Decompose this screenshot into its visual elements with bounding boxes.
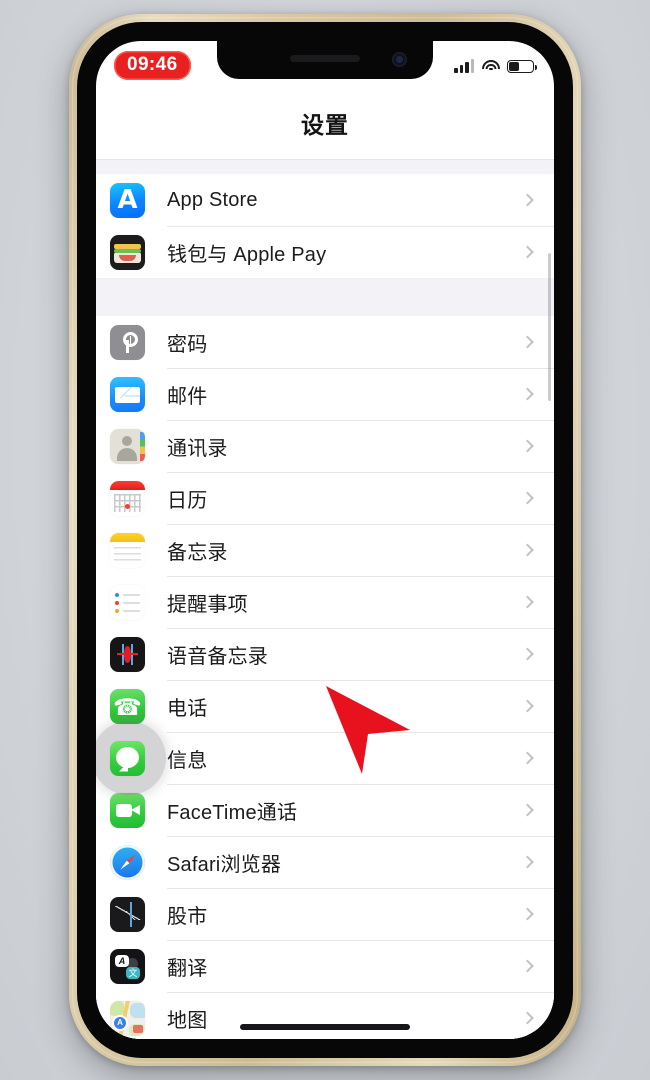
earpiece-speaker-icon — [290, 55, 360, 62]
settings-row-label: 密码 — [167, 333, 208, 356]
volume-up-button[interactable] — [133, 300, 140, 356]
mail-icon — [110, 376, 145, 412]
settings-row-label: 通讯录 — [167, 437, 228, 460]
facetime-icon — [110, 792, 145, 828]
chevron-right-icon — [521, 751, 534, 765]
reminders-icon — [110, 584, 145, 620]
settings-row-label: App Store — [167, 188, 258, 211]
chevron-right-icon — [521, 595, 534, 609]
chevron-right-icon — [521, 699, 534, 713]
battery-icon — [507, 60, 537, 73]
stocks-icon — [110, 896, 145, 932]
chevron-right-icon — [521, 959, 534, 973]
wifi-icon — [481, 59, 500, 73]
iphone-device: 09:46 设置 App Sto — [69, 14, 581, 1066]
settings-row-wallet-apple-pay[interactable]: 钱包与 Apple Pay — [96, 226, 554, 278]
settings-row-voice-memos[interactable]: 语音备忘录 — [96, 628, 554, 680]
mute-switch[interactable] — [133, 242, 140, 274]
volume-down-button[interactable] — [133, 370, 140, 426]
scroll-indicator[interactable] — [547, 253, 551, 401]
phone-screen: 09:46 设置 App Sto — [96, 41, 554, 1039]
settings-row-label: Safari浏览器 — [167, 853, 282, 876]
notes-icon — [110, 532, 145, 568]
settings-row-label: 钱包与 Apple Pay — [167, 243, 327, 266]
settings-row-reminders[interactable]: 提醒事项 — [96, 576, 554, 628]
chevron-right-icon — [521, 803, 534, 817]
settings-row-label: 日历 — [167, 489, 208, 512]
app-store-icon — [110, 182, 145, 218]
phone-icon — [110, 688, 145, 724]
settings-list[interactable]: App Store 钱包与 Apple Pay 密码 — [96, 160, 554, 1039]
passwords-icon — [110, 324, 145, 360]
settings-row-stocks[interactable]: 股市 — [96, 888, 554, 940]
settings-row-label: 股市 — [167, 905, 208, 928]
chevron-right-icon — [521, 335, 534, 349]
messages-icon — [110, 740, 145, 776]
translate-icon — [110, 948, 145, 984]
home-indicator-bar[interactable] — [240, 1024, 410, 1030]
front-camera-icon — [392, 52, 407, 67]
settings-row-mail[interactable]: 邮件 — [96, 368, 554, 420]
settings-row-safari[interactable]: Safari浏览器 — [96, 836, 554, 888]
chevron-right-icon — [521, 855, 534, 869]
chevron-right-icon — [521, 543, 534, 557]
settings-row-translate[interactable]: 翻译 — [96, 940, 554, 992]
cellular-bars-icon — [454, 59, 474, 73]
settings-row-app-store[interactable]: App Store — [96, 174, 554, 226]
settings-row-label: 提醒事项 — [167, 593, 248, 616]
chevron-right-icon — [521, 1011, 534, 1025]
mouse-cursor-arrow — [326, 686, 410, 774]
voice-memos-icon — [110, 636, 145, 672]
settings-row-facetime[interactable]: FaceTime通话 — [96, 784, 554, 836]
settings-group-1: App Store 钱包与 Apple Pay — [96, 174, 554, 278]
settings-group-2: 密码 邮件 通讯录 日历 备忘录 提醒事项 语音备忘录 ☎ 电话 信息 Face… — [96, 316, 554, 1039]
chevron-right-icon — [521, 491, 534, 505]
screen-recording-time-pill: 09:46 — [114, 51, 191, 80]
status-icons — [454, 55, 537, 73]
navigation-bar: 设置 — [96, 87, 554, 160]
settings-row-maps[interactable]: 地图 — [96, 992, 554, 1039]
contacts-icon — [110, 428, 145, 464]
settings-row-contacts[interactable]: 通讯录 — [96, 420, 554, 472]
chevron-right-icon — [521, 907, 534, 921]
list-top-gap — [96, 160, 554, 174]
settings-row-label: 语音备忘录 — [167, 645, 268, 668]
chevron-right-icon — [521, 387, 534, 401]
chevron-right-icon — [521, 193, 534, 207]
settings-row-calendar[interactable]: 日历 — [96, 472, 554, 524]
chevron-right-icon — [521, 439, 534, 453]
maps-icon — [110, 1000, 145, 1036]
chevron-right-icon — [521, 647, 534, 661]
settings-row-label: FaceTime通话 — [167, 801, 298, 824]
settings-row-passwords[interactable]: 密码 — [96, 316, 554, 368]
settings-row-label: 备忘录 — [167, 541, 228, 564]
settings-row-label: 翻译 — [167, 957, 208, 980]
wallet-apple-pay-icon — [110, 234, 145, 270]
settings-row-label: 邮件 — [167, 385, 208, 408]
settings-row-label: 地图 — [167, 1009, 208, 1032]
group-separator — [96, 278, 554, 316]
settings-row-notes[interactable]: 备忘录 — [96, 524, 554, 576]
chevron-right-icon — [521, 245, 534, 259]
display-notch — [217, 41, 433, 79]
safari-icon — [110, 844, 145, 880]
settings-row-label: 电话 — [167, 697, 208, 720]
calendar-icon — [110, 480, 145, 516]
settings-row-label: 信息 — [167, 749, 208, 772]
page-title: 设置 — [301, 112, 349, 138]
device-bezel — [77, 22, 573, 1058]
power-button[interactable] — [510, 314, 517, 410]
